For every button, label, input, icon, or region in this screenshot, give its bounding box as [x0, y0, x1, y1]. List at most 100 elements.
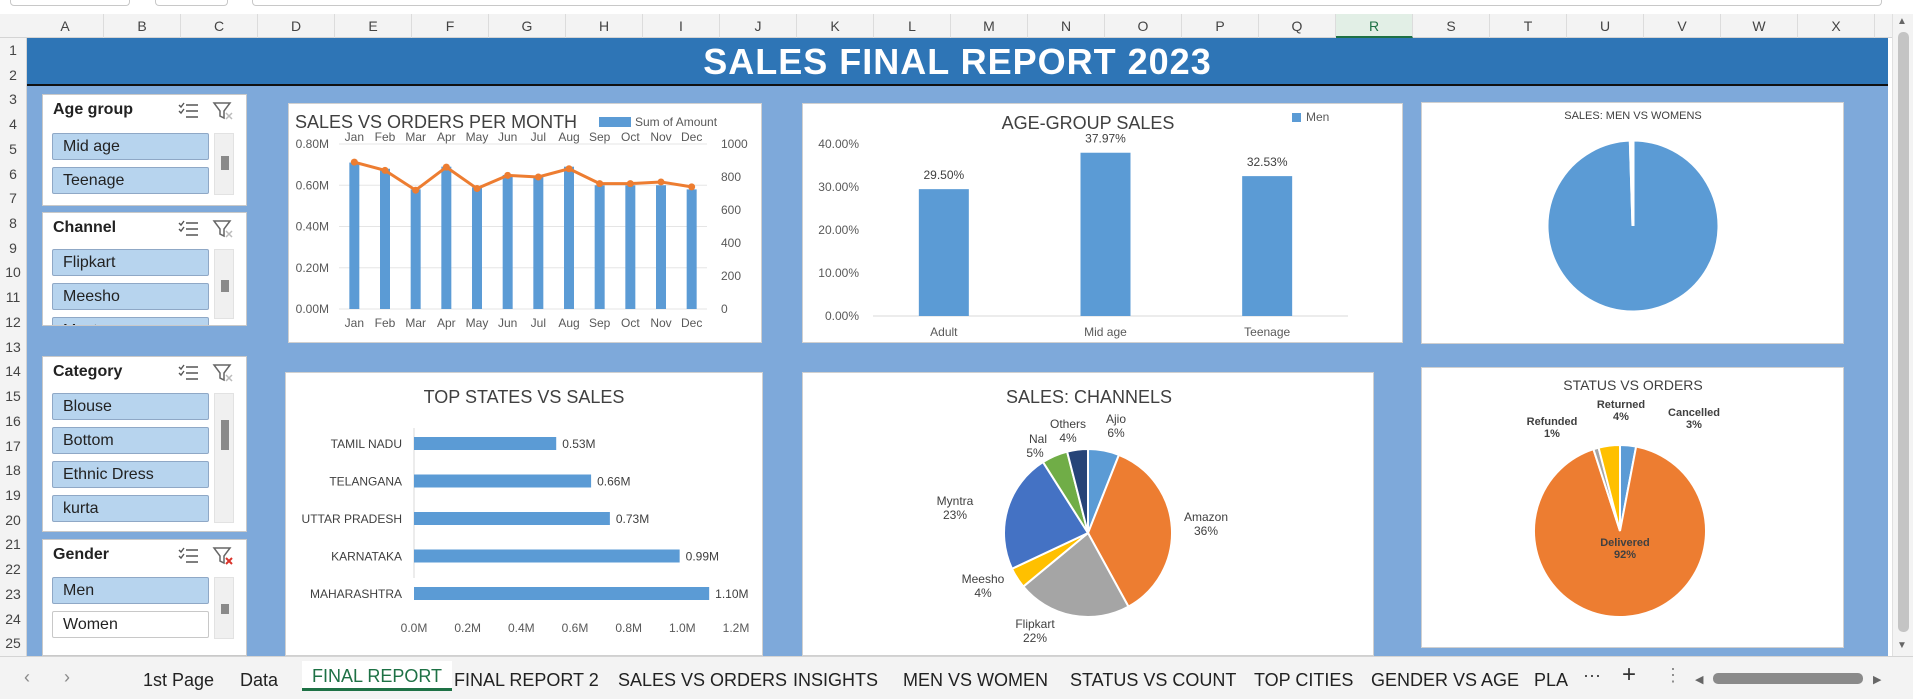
- bar-oct[interactable]: [625, 185, 636, 309]
- row-header-13[interactable]: 13: [0, 339, 26, 355]
- top-states-chart[interactable]: TOP STATES VS SALES TAMIL NADU 0.53M TELANG…: [285, 372, 763, 656]
- orders-point-mar[interactable]: [412, 186, 420, 194]
- sheet-tab[interactable]: STATUS VS COUNT: [1066, 665, 1240, 695]
- column-header-x[interactable]: X: [1798, 14, 1875, 38]
- sheet-tab[interactable]: GENDER VS AGE: [1367, 665, 1523, 695]
- column-header-u[interactable]: U: [1567, 14, 1644, 38]
- row-header-10[interactable]: 10: [0, 264, 26, 280]
- scroll-down-icon[interactable]: ▼: [1897, 640, 1907, 651]
- column-header-t[interactable]: T: [1490, 14, 1567, 38]
- multi-select-icon[interactable]: [178, 219, 200, 244]
- slicer-item[interactable]: Meesho: [52, 283, 209, 310]
- row-header-18[interactable]: 18: [0, 462, 26, 478]
- bar-jun[interactable]: [502, 174, 513, 309]
- sheet-tab[interactable]: FINAL REPORT 2: [450, 665, 603, 695]
- row-header-25[interactable]: 25: [0, 635, 26, 651]
- orders-point-dec[interactable]: [688, 183, 696, 191]
- status-vs-orders-chart[interactable]: STATUS VS ORDERS Cancelled 3% Delivered 92% R…: [1421, 367, 1844, 648]
- row-header-21[interactable]: 21: [0, 536, 26, 552]
- slicer-item[interactable]: Mid age: [52, 133, 209, 160]
- orders-point-sep[interactable]: [596, 180, 604, 188]
- function-box[interactable]: [155, 0, 228, 6]
- scroll-right-icon[interactable]: ▶: [1873, 673, 1881, 686]
- column-header-g[interactable]: G: [489, 14, 566, 38]
- bar-jan[interactable]: [349, 162, 360, 309]
- orders-point-jan[interactable]: [350, 158, 358, 166]
- column-header-e[interactable]: E: [335, 14, 412, 38]
- row-header-12[interactable]: 12: [0, 314, 26, 330]
- row-header-22[interactable]: 22: [0, 561, 26, 577]
- slicer-scrollbar[interactable]: [214, 249, 234, 319]
- bar-may[interactable]: [472, 187, 482, 309]
- slicer-scroll-thumb[interactable]: [221, 156, 229, 170]
- orders-point-oct[interactable]: [626, 180, 634, 188]
- multi-select-icon[interactable]: [178, 546, 200, 571]
- row-header-19[interactable]: 19: [0, 487, 26, 503]
- column-header-b[interactable]: B: [104, 14, 181, 38]
- row-header-16[interactable]: 16: [0, 413, 26, 429]
- row-header-6[interactable]: 6: [0, 166, 26, 182]
- orders-point-jun[interactable]: [504, 171, 512, 179]
- column-header-q[interactable]: Q: [1259, 14, 1336, 38]
- column-header-h[interactable]: H: [566, 14, 643, 38]
- row-header-5[interactable]: 5: [0, 141, 26, 157]
- column-header-r[interactable]: R: [1336, 14, 1413, 38]
- sheet-tab[interactable]: INSIGHTS: [789, 665, 882, 695]
- orders-point-may[interactable]: [473, 185, 481, 193]
- orders-point-feb[interactable]: [381, 166, 389, 174]
- more-tabs-icon[interactable]: ···: [1583, 665, 1601, 686]
- slicer-item[interactable]: kurta: [52, 495, 209, 522]
- row-header-2[interactable]: 2: [0, 67, 26, 83]
- horizontal-scrollbar[interactable]: ◀ ▶: [1695, 667, 1887, 689]
- age-group-sales-chart[interactable]: AGE-GROUP SALES Men 0.00% 10.00% 20.00% 30.00…: [802, 103, 1403, 343]
- slicer-scrollbar[interactable]: [214, 393, 234, 523]
- slicer-scroll-thumb[interactable]: [221, 420, 229, 450]
- slicer-scrollbar[interactable]: [214, 577, 234, 639]
- sheet-tab[interactable]: Data: [236, 665, 282, 695]
- row-header-7[interactable]: 7: [0, 190, 26, 206]
- vertical-scroll-thumb[interactable]: [1898, 32, 1909, 632]
- orders-point-jul[interactable]: [534, 173, 542, 181]
- column-header-d[interactable]: D: [258, 14, 335, 38]
- bar-telangana[interactable]: [414, 474, 592, 488]
- row-header-1[interactable]: 1: [0, 42, 26, 58]
- orders-point-nov[interactable]: [657, 178, 665, 186]
- slicer-scrollbar[interactable]: [214, 133, 234, 195]
- options-menu-icon[interactable]: ⋮: [1664, 665, 1682, 686]
- row-header-8[interactable]: 8: [0, 215, 26, 231]
- column-header-v[interactable]: V: [1644, 14, 1721, 38]
- sales-channels-chart[interactable]: SALES: CHANNELS Ajio 6% Amazon 36% Flipkart 22…: [802, 372, 1374, 656]
- column-header-m[interactable]: M: [951, 14, 1028, 38]
- tab-scroll-right-icon[interactable]: ›: [64, 667, 70, 688]
- sheet-tab[interactable]: PLA: [1530, 665, 1572, 695]
- slicer-scroll-thumb[interactable]: [221, 280, 229, 292]
- column-header-s[interactable]: S: [1413, 14, 1490, 38]
- column-header-c[interactable]: C: [181, 14, 258, 38]
- multi-select-icon[interactable]: [178, 363, 200, 388]
- bar-nov[interactable]: [656, 185, 666, 309]
- sheet-tab[interactable]: SALES VS ORDERS: [614, 665, 791, 695]
- multi-select-icon[interactable]: [178, 101, 200, 126]
- formula-input[interactable]: [252, 0, 1882, 6]
- bar-mid-age[interactable]: [1080, 152, 1131, 316]
- row-header-17[interactable]: 17: [0, 438, 26, 454]
- bar-apr[interactable]: [441, 166, 452, 309]
- bar-teenage[interactable]: [1242, 176, 1293, 316]
- bar-jul[interactable]: [533, 177, 544, 309]
- bar-sep[interactable]: [594, 185, 605, 309]
- sheet-tab[interactable]: 1st Page: [139, 665, 218, 695]
- bar-adult[interactable]: [918, 189, 969, 316]
- column-header-p[interactable]: P: [1182, 14, 1259, 38]
- bar-uttar-pradesh[interactable]: [414, 512, 610, 525]
- orders-line[interactable]: [353, 160, 692, 193]
- scroll-up-icon[interactable]: ▲: [1897, 16, 1907, 27]
- bar-karnataka[interactable]: [414, 549, 680, 563]
- add-sheet-button[interactable]: +: [1622, 661, 1636, 689]
- row-header-24[interactable]: 24: [0, 611, 26, 627]
- slicer-item[interactable]: Teenage: [52, 167, 209, 194]
- name-box[interactable]: [10, 0, 130, 6]
- row-header-3[interactable]: 3: [0, 91, 26, 107]
- tab-scroll-left-icon[interactable]: ‹: [24, 667, 30, 688]
- column-header-a[interactable]: A: [27, 14, 104, 38]
- row-header-14[interactable]: 14: [0, 363, 26, 379]
